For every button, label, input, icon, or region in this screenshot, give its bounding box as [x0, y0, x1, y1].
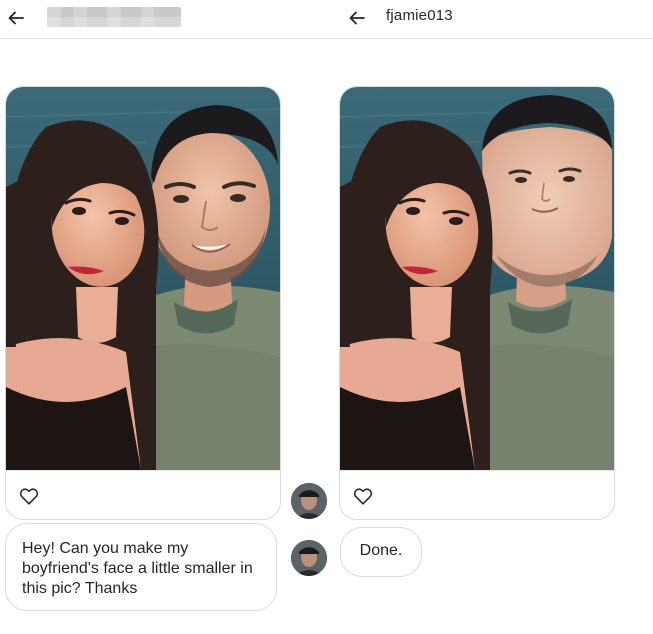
- photo-message-footer: [340, 470, 614, 519]
- photo-message-footer: [6, 470, 280, 519]
- avatar[interactable]: [291, 483, 327, 519]
- couple-photo: [6, 87, 280, 470]
- edited-couple-photo: [340, 87, 614, 470]
- redacted-username: [47, 7, 181, 27]
- reply-text: Done.: [359, 542, 403, 559]
- sent-text-message[interactable]: Hey! Can you make my boyfriend's face a …: [5, 523, 277, 611]
- photo-message[interactable]: [339, 86, 615, 520]
- heart-outline-icon[interactable]: [18, 485, 40, 507]
- arrow-left-icon: [349, 11, 365, 25]
- photo-message[interactable]: [5, 86, 281, 520]
- profile-picture: [291, 483, 327, 519]
- arrow-left-icon: [8, 11, 24, 25]
- heart-outline-icon[interactable]: [352, 485, 374, 507]
- right-conversation-panel: fjamie013 Done.: [328, 0, 653, 634]
- left-conversation-panel: Hey! Can you make my boyfriend's face a …: [0, 0, 328, 634]
- back-button[interactable]: [4, 6, 28, 30]
- reply-text-message[interactable]: Done.: [340, 527, 422, 577]
- conversation-username[interactable]: fjamie013: [386, 7, 453, 24]
- profile-picture: [291, 540, 327, 576]
- message-text: Hey! Can you make my boyfriend's face a …: [22, 540, 253, 597]
- avatar[interactable]: [291, 540, 327, 576]
- conversation-header: [0, 0, 328, 39]
- conversation-header: fjamie013: [328, 0, 653, 39]
- back-button[interactable]: [345, 6, 369, 30]
